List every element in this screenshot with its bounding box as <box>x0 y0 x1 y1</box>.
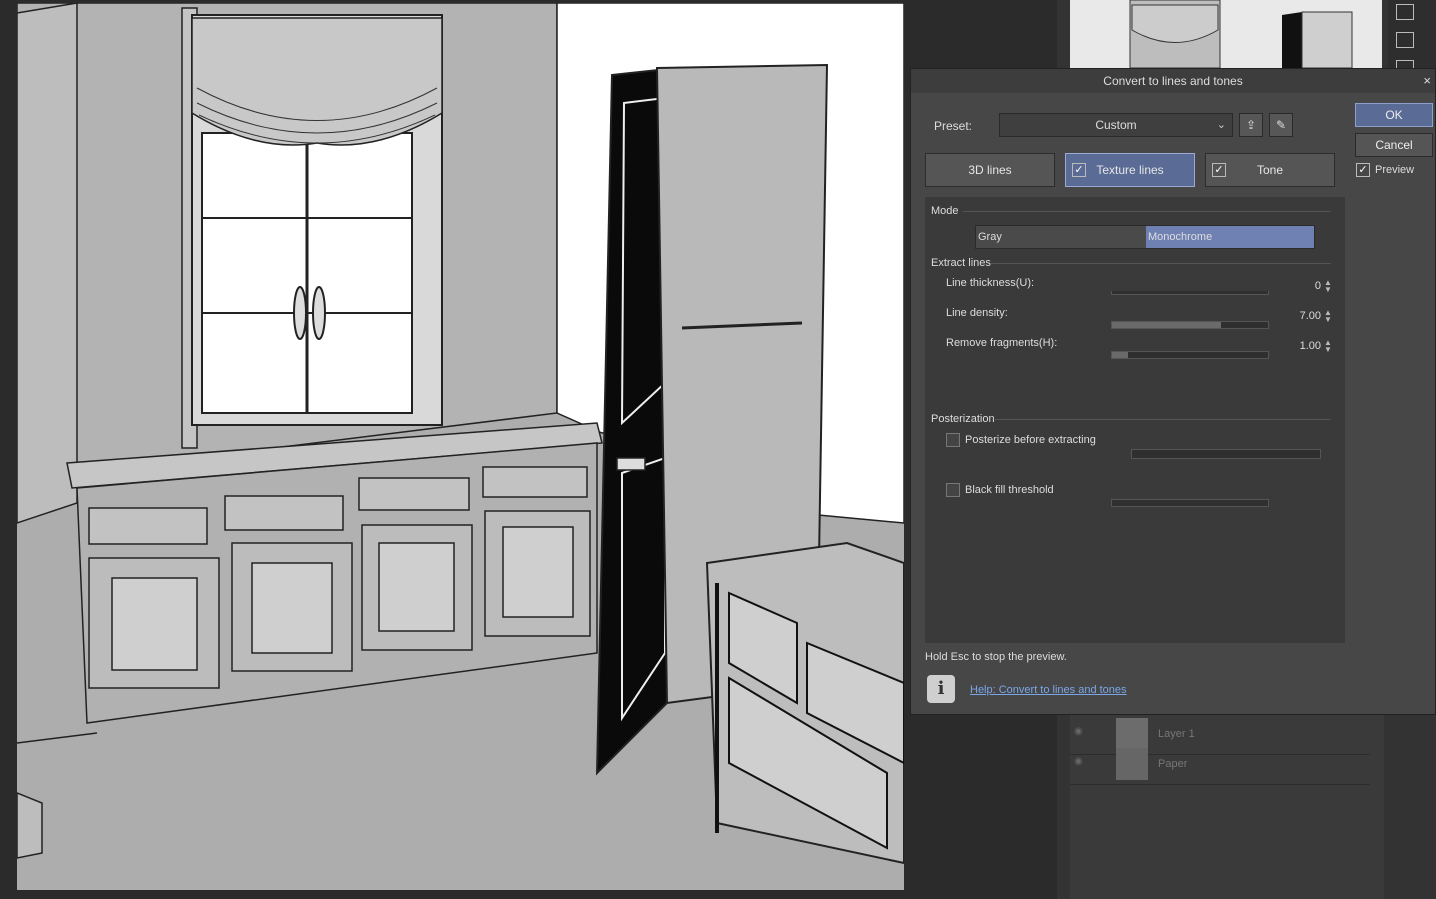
info-icon: i <box>927 675 955 703</box>
cancel-button[interactable]: Cancel <box>1355 133 1433 157</box>
preview-checkbox[interactable]: ✓ <box>1356 163 1370 177</box>
posterize-label: Posterize before extracting <box>965 434 1096 446</box>
layer-template-icon[interactable] <box>1396 32 1414 48</box>
black-fill-checkbox[interactable] <box>946 483 960 497</box>
mode-title: Mode <box>931 205 959 217</box>
mode-selector: Gray Monochrome <box>975 225 1315 249</box>
line-tone-preview-canvas[interactable] <box>17 3 904 890</box>
black-fill-slider[interactable] <box>1111 499 1269 507</box>
image-icon[interactable] <box>1396 60 1414 68</box>
canvas-area[interactable] <box>0 0 910 899</box>
tab-label: 3D lines <box>968 163 1012 177</box>
slider-fill <box>1112 322 1222 328</box>
line-density-slider[interactable] <box>1111 321 1269 329</box>
remove-fragments-value[interactable]: 1.00 <box>1300 340 1321 352</box>
posterize-level-bar[interactable] <box>1131 449 1321 459</box>
extract-lines-title: Extract lines <box>931 257 991 269</box>
divider <box>995 419 1331 420</box>
help-link[interactable]: Help: Convert to lines and tones <box>970 684 1127 696</box>
convert-lines-tones-dialog: Convert to lines and tones × Preset: Cus… <box>910 68 1436 715</box>
tab-label: Tone <box>1256 163 1284 177</box>
remove-fragments-label: Remove fragments(H): <box>946 337 1058 349</box>
layer-name: Paper <box>1158 758 1188 770</box>
slider-fill <box>1112 352 1128 358</box>
dialog-title-text: Convert to lines and tones <box>1103 74 1243 88</box>
tab-tone[interactable]: ✓ Tone <box>1205 153 1335 187</box>
preview-label: Preview <box>1375 164 1415 176</box>
line-thickness-slider[interactable] <box>1111 291 1269 295</box>
settings-icon: ✎ <box>1275 118 1287 132</box>
tab-3d-lines[interactable]: 3D lines <box>925 153 1055 187</box>
save-preset-icon: ⇪ <box>1245 118 1257 132</box>
line-density-value[interactable]: 7.00 <box>1300 310 1321 322</box>
layer-row[interactable]: ◉ Paper <box>1070 744 1370 785</box>
checkmark-icon[interactable]: ✓ <box>1212 163 1226 177</box>
preset-label: Preset: <box>934 119 973 133</box>
save-preset-button[interactable]: ⇪ <box>1239 113 1263 137</box>
preview-hint: Hold Esc to stop the preview. <box>925 651 1067 663</box>
checkmark-icon[interactable]: ✓ <box>1072 163 1086 177</box>
eye-icon[interactable]: ◉ <box>1074 726 1088 737</box>
posterization-title: Posterization <box>931 413 995 425</box>
eye-icon[interactable]: ◉ <box>1074 756 1088 767</box>
preset-settings-button[interactable]: ✎ <box>1269 113 1293 137</box>
layer-name: Layer 1 <box>1158 728 1195 740</box>
tab-texture-lines[interactable]: ✓ Texture lines <box>1065 153 1195 187</box>
room-illustration <box>17 3 904 890</box>
layer-list: ◉ Layer 1 ◉ Paper <box>1070 714 1384 899</box>
spinner-icon[interactable]: ▲ ▼ <box>1323 309 1333 324</box>
chevron-down-icon: ⌄ <box>1216 119 1226 131</box>
layer-thumbnail <box>1116 748 1148 780</box>
tab-label: Texture lines <box>1096 163 1164 177</box>
ok-button[interactable]: OK <box>1355 103 1433 127</box>
navigator-preview <box>1070 0 1382 68</box>
black-fill-label: Black fill threshold <box>965 484 1054 496</box>
preset-value: Custom <box>1095 118 1137 132</box>
grid-icon[interactable] <box>1396 4 1414 20</box>
remove-fragments-slider[interactable] <box>1111 351 1269 359</box>
posterize-checkbox[interactable] <box>946 433 960 447</box>
line-thickness-value[interactable]: 0 <box>1315 280 1321 292</box>
line-density-label: Line density: <box>946 307 1008 319</box>
mode-option-monochrome[interactable]: Monochrome <box>1146 226 1314 248</box>
mode-option-gray[interactable]: Gray <box>976 226 1146 248</box>
spinner-icon[interactable]: ▲ ▼ <box>1323 279 1333 294</box>
settings-panel: Mode Gray Monochrome Extract lines Line … <box>925 197 1345 643</box>
close-icon[interactable]: × <box>1423 69 1431 93</box>
dialog-title: Convert to lines and tones <box>911 69 1435 93</box>
side-toolbar <box>1388 0 1436 68</box>
divider <box>963 211 1331 212</box>
divider <box>991 263 1331 264</box>
line-thickness-label: Line thickness(U): <box>946 277 1035 289</box>
spinner-icon[interactable]: ▲ ▼ <box>1323 339 1333 354</box>
navigator-thumbnail[interactable] <box>1070 0 1382 68</box>
preset-select[interactable]: Custom ⌄ <box>999 113 1233 137</box>
